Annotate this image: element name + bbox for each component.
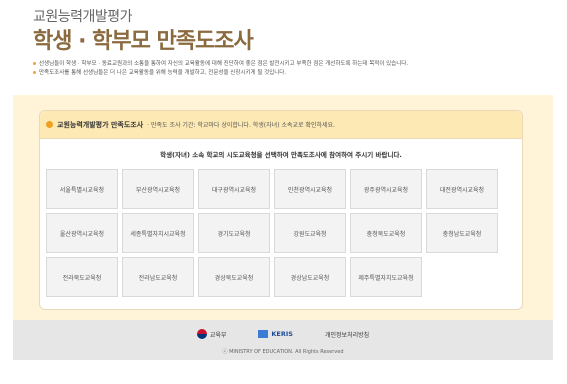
copyright: ⓒ MINISTRY OF EDUCATION. All Rights Rese… xyxy=(222,349,344,355)
office-button-jeonbuk[interactable]: 전라북도교육청 xyxy=(46,257,118,297)
office-button-ulsan[interactable]: 울산광역시교육청 xyxy=(46,213,118,253)
office-button-gwangju[interactable]: 광주광역시교육청 xyxy=(350,169,422,209)
page-header: 교원능력개발평가 학생 · 학부모 만족도조사 선생님들이 학생 · 학부모 ·… xyxy=(33,8,553,78)
bullet-icon xyxy=(33,62,36,65)
footer: 교육부 KERIS 개인정보처리방침 ⓒ MINISTRY OF EDUCATI… xyxy=(13,320,553,360)
office-button-gyeonggi[interactable]: 경기도교육청 xyxy=(198,213,270,253)
panel-header: 교원능력개발평가 만족도조사 · 만족도 조사 기간: 학교마다 상이합니다. … xyxy=(40,111,522,139)
footer-logos: 교육부 KERIS 개인정보처리방침 xyxy=(13,329,553,339)
keris-mark-icon xyxy=(258,330,269,338)
bullet-icon xyxy=(33,71,36,74)
moe-logo[interactable]: 교육부 xyxy=(196,329,227,339)
taegeuk-icon xyxy=(196,329,207,339)
intro-note-text: 만족도조사를 통해 선생님들은 더 나은 교육활동을 위해 능력을 개발하고, … xyxy=(39,70,287,76)
panel-description: · 만족도 조사 기간: 학교마다 상이합니다. 학생(자녀) 소속교로 확인하… xyxy=(147,122,335,129)
office-button-incheon[interactable]: 인천광역시교육청 xyxy=(274,169,346,209)
intro-notes: 선생님들이 학생 · 학부모 · 동료교원과의 소통을 통하여 자신의 교육활동… xyxy=(33,60,553,78)
circle-icon xyxy=(46,121,53,128)
office-button-jeju[interactable]: 제주특별자치도교육청 xyxy=(350,257,422,297)
moe-logo-text: 교육부 xyxy=(209,331,227,339)
office-button-daegu[interactable]: 대구광역시교육청 xyxy=(198,169,270,209)
office-button-gyeongbuk[interactable]: 경상북도교육청 xyxy=(198,257,270,297)
intro-note: 만족도조사를 통해 선생님들은 더 나은 교육활동을 위해 능력을 개발하고, … xyxy=(33,69,553,78)
intro-note: 선생님들이 학생 · 학부모 · 동료교원과의 소통을 통하여 자신의 교육활동… xyxy=(33,60,553,69)
panel-title: 교원능력개발평가 만족도조사 xyxy=(57,120,144,129)
office-button-busan[interactable]: 부산광역시교육청 xyxy=(122,169,194,209)
privacy-policy-text: 개인정보처리방침 xyxy=(324,331,370,339)
survey-panel: 교원능력개발평가 만족도조사 · 만족도 조사 기간: 학교마다 상이합니다. … xyxy=(39,110,523,310)
office-button-daejeon[interactable]: 대전광역시교육청 xyxy=(426,169,498,209)
office-button-seoul[interactable]: 서울특별시교육청 xyxy=(46,169,118,209)
keris-logo-text: KERIS xyxy=(271,330,293,338)
office-button-jeonnam[interactable]: 전라남도교육청 xyxy=(122,257,194,297)
office-button-sejong[interactable]: 세종특별자치시교육청 xyxy=(122,213,194,253)
panel-instruction: 학생(자녀) 소속 학교의 시도교육청을 선택하여 만족도조사에 참여하여 주시… xyxy=(160,151,402,159)
office-button-chungnam[interactable]: 충청남도교육청 xyxy=(426,213,498,253)
office-button-gangwon[interactable]: 강원도교육청 xyxy=(274,213,346,253)
keris-logo[interactable]: KERIS xyxy=(258,330,293,338)
intro-note-text: 선생님들이 학생 · 학부모 · 동료교원과의 소통을 통하여 자신의 교육활동… xyxy=(39,61,409,67)
office-button-chungbuk[interactable]: 충청북도교육청 xyxy=(350,213,422,253)
brand-subtitle: 교원능력개발평가 xyxy=(33,9,133,25)
page-title: 학생 · 학부모 만족도조사 xyxy=(33,29,254,54)
office-button-gyeongnam[interactable]: 경상남도교육청 xyxy=(274,257,346,297)
office-grid: 서울특별시교육청 부산광역시교육청 대구광역시교육청 인천광역시교육청 광주광역… xyxy=(46,169,498,297)
privacy-policy-link[interactable]: 개인정보처리방침 xyxy=(325,330,369,339)
